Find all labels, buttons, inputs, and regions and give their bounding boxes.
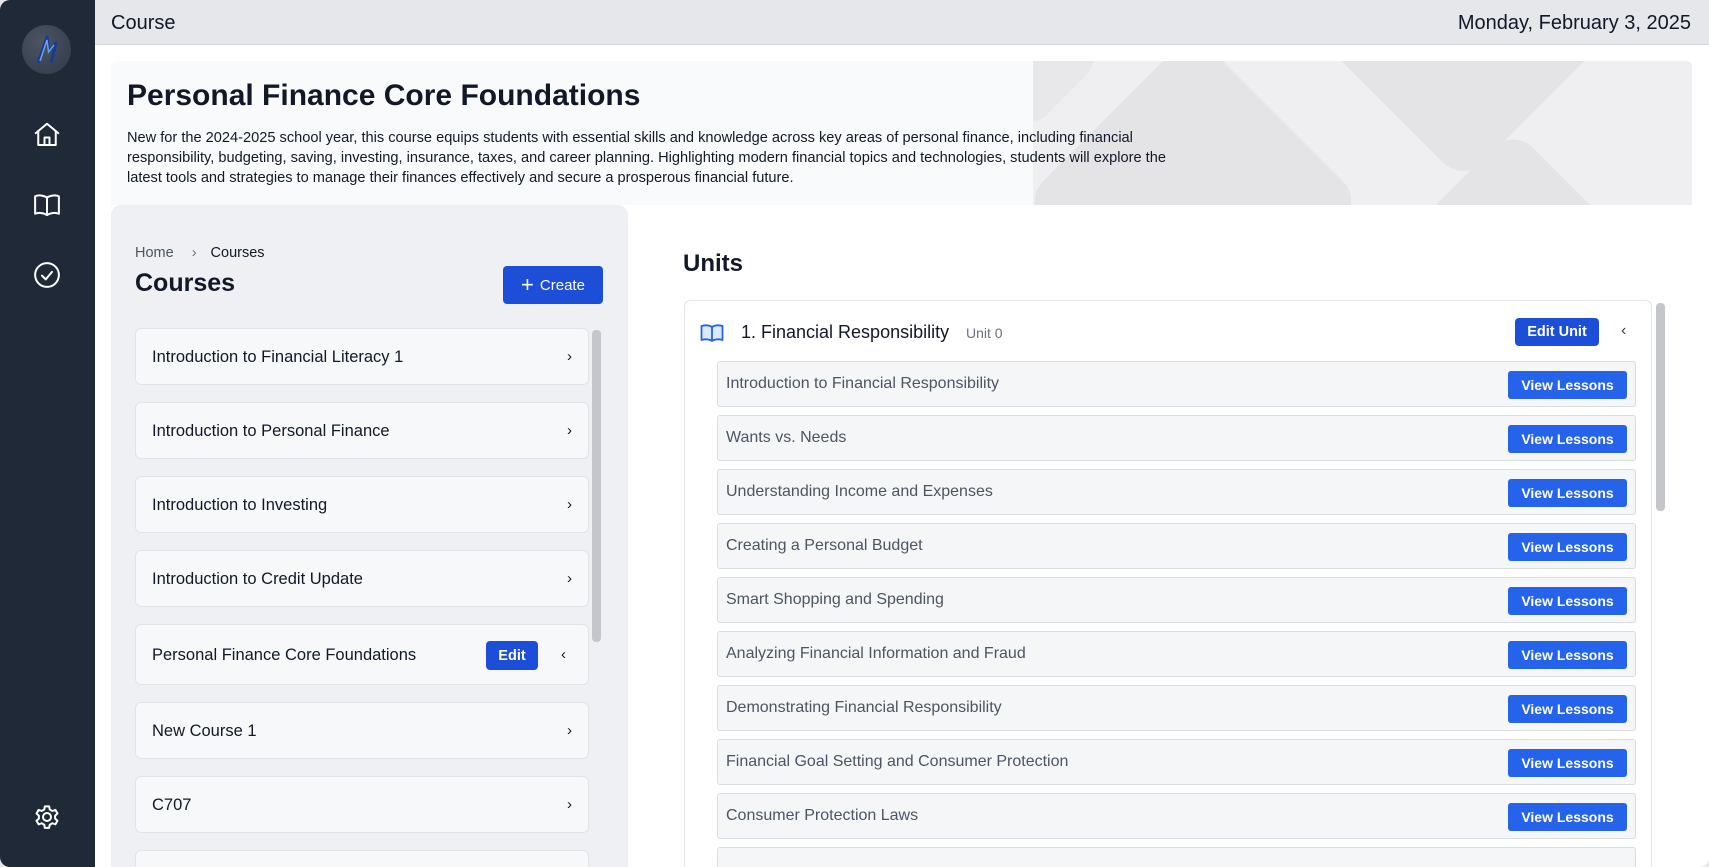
top-bar: Course Monday, February 3, 2025: [95, 0, 1709, 45]
sidebar: [0, 0, 95, 867]
book-open-icon: [700, 323, 724, 348]
course-item[interactable]: Introduction to Personal Finance ›: [135, 402, 589, 459]
create-course-button[interactable]: + Create: [503, 266, 603, 304]
lesson-row: Analyzing Financial Information and Frau…: [717, 631, 1636, 677]
home-icon[interactable]: [30, 118, 64, 152]
lesson-row: Consumer Protection Laws View Lessons: [717, 793, 1636, 839]
courses-heading: Courses: [135, 269, 236, 297]
breadcrumb-current: Courses: [210, 245, 265, 261]
chevron-right-icon: ›: [567, 348, 572, 365]
view-lessons-button[interactable]: View Lessons: [1508, 479, 1627, 507]
course-item-label: Personal Finance Core Foundations: [152, 646, 417, 664]
course-item[interactable]: [135, 850, 589, 867]
view-lessons-button[interactable]: View Lessons: [1508, 749, 1627, 777]
lesson-name: Analyzing Financial Information and Frau…: [726, 645, 1026, 662]
course-item-label: New Course 1: [152, 722, 257, 740]
view-lessons-button[interactable]: View Lessons: [1508, 533, 1627, 561]
course-item-label: C707: [152, 796, 192, 814]
view-lessons-button[interactable]: View Lessons: [1508, 695, 1627, 723]
lesson-row: Demonstrating Financial Responsibility V…: [717, 685, 1636, 731]
lesson-name: Demonstrating Financial Responsibility: [726, 699, 1002, 716]
course-item-selected[interactable]: Personal Finance Core Foundations Edit ‹: [135, 624, 589, 685]
course-item-label: Introduction to Investing: [152, 496, 328, 514]
view-lessons-button[interactable]: View Lessons: [1508, 371, 1627, 399]
course-item[interactable]: C707 ›: [135, 776, 589, 833]
lesson-row: [717, 847, 1636, 867]
unit-name: 1. Financial Responsibility: [741, 322, 950, 342]
lesson-row: Financial Goal Setting and Consumer Prot…: [717, 739, 1636, 785]
breadcrumb-separator: ›: [191, 245, 197, 261]
units-panel: Units 1. Financial Responsibility Unit 0…: [628, 205, 1709, 867]
view-lessons-button[interactable]: View Lessons: [1508, 425, 1627, 453]
course-item[interactable]: Introduction to Investing ›: [135, 476, 589, 533]
view-lessons-button[interactable]: View Lessons: [1508, 587, 1627, 615]
chevron-right-icon: ›: [567, 722, 572, 739]
lesson-name: Introduction to Financial Responsibility: [726, 375, 1000, 392]
lesson-row: Understanding Income and Expenses View L…: [717, 469, 1636, 515]
view-lessons-button[interactable]: View Lessons: [1508, 641, 1627, 669]
lesson-name: Smart Shopping and Spending: [726, 591, 944, 608]
course-list: Introduction to Financial Literacy 1 › I…: [135, 328, 589, 867]
course-item[interactable]: Introduction to Financial Literacy 1 ›: [135, 328, 589, 385]
book-icon[interactable]: [30, 188, 64, 222]
lesson-row: Wants vs. Needs View Lessons: [717, 415, 1636, 461]
lesson-name: Financial Goal Setting and Consumer Prot…: [726, 753, 1069, 770]
check-circle-icon[interactable]: [30, 258, 64, 292]
settings-icon[interactable]: [30, 800, 64, 834]
current-date: Monday, February 3, 2025: [1457, 12, 1691, 34]
chevron-left-icon[interactable]: ‹: [561, 646, 566, 663]
chevron-left-icon[interactable]: ‹: [1621, 322, 1626, 340]
app-window: Course Monday, February 3, 2025 Personal…: [0, 0, 1709, 867]
app-logo[interactable]: [22, 25, 71, 74]
course-item[interactable]: Introduction to Credit Update ›: [135, 550, 589, 607]
page-title: Course: [111, 12, 176, 34]
unit-number: Unit 0: [966, 325, 1003, 341]
lesson-name: Understanding Income and Expenses: [726, 483, 993, 500]
breadcrumb-home[interactable]: Home: [135, 245, 174, 261]
lesson-row: Smart Shopping and Spending View Lessons: [717, 577, 1636, 623]
course-hero-banner: Personal Finance Core Foundations New fo…: [111, 61, 1692, 205]
edit-course-button[interactable]: Edit: [486, 641, 538, 670]
course-item-label: Introduction to Financial Literacy 1: [152, 348, 404, 366]
unit-card: 1. Financial Responsibility Unit 0 Edit …: [684, 300, 1652, 867]
edit-unit-button[interactable]: Edit Unit: [1515, 318, 1599, 346]
course-item[interactable]: New Course 1 ›: [135, 702, 589, 759]
chevron-right-icon: ›: [567, 422, 572, 439]
lesson-name: Wants vs. Needs: [726, 429, 847, 446]
course-description: New for the 2024-2025 school year, this …: [127, 130, 1166, 186]
lesson-name: Consumer Protection Laws: [726, 807, 919, 824]
course-title: Personal Finance Core Foundations: [127, 79, 641, 112]
courses-panel: Home › Courses Courses + Create Introduc…: [111, 205, 628, 867]
plus-icon: +: [521, 272, 534, 297]
chevron-right-icon: ›: [567, 570, 572, 587]
create-label: Create: [539, 276, 585, 294]
chevron-right-icon: ›: [567, 796, 572, 813]
units-scrollbar[interactable]: [1656, 303, 1665, 511]
course-item-label: Introduction to Credit Update: [152, 570, 363, 588]
units-heading: Units: [683, 250, 743, 277]
lesson-name: Creating a Personal Budget: [726, 537, 923, 554]
course-list-scrollbar[interactable]: [592, 330, 601, 642]
lesson-row: Introduction to Financial Responsibility…: [717, 361, 1636, 407]
course-item-label: Introduction to Personal Finance: [152, 422, 390, 440]
view-lessons-button[interactable]: View Lessons: [1508, 803, 1627, 831]
breadcrumb: Home › Courses: [135, 245, 265, 261]
lesson-row: Creating a Personal Budget View Lessons: [717, 523, 1636, 569]
chevron-right-icon: ›: [567, 496, 572, 513]
